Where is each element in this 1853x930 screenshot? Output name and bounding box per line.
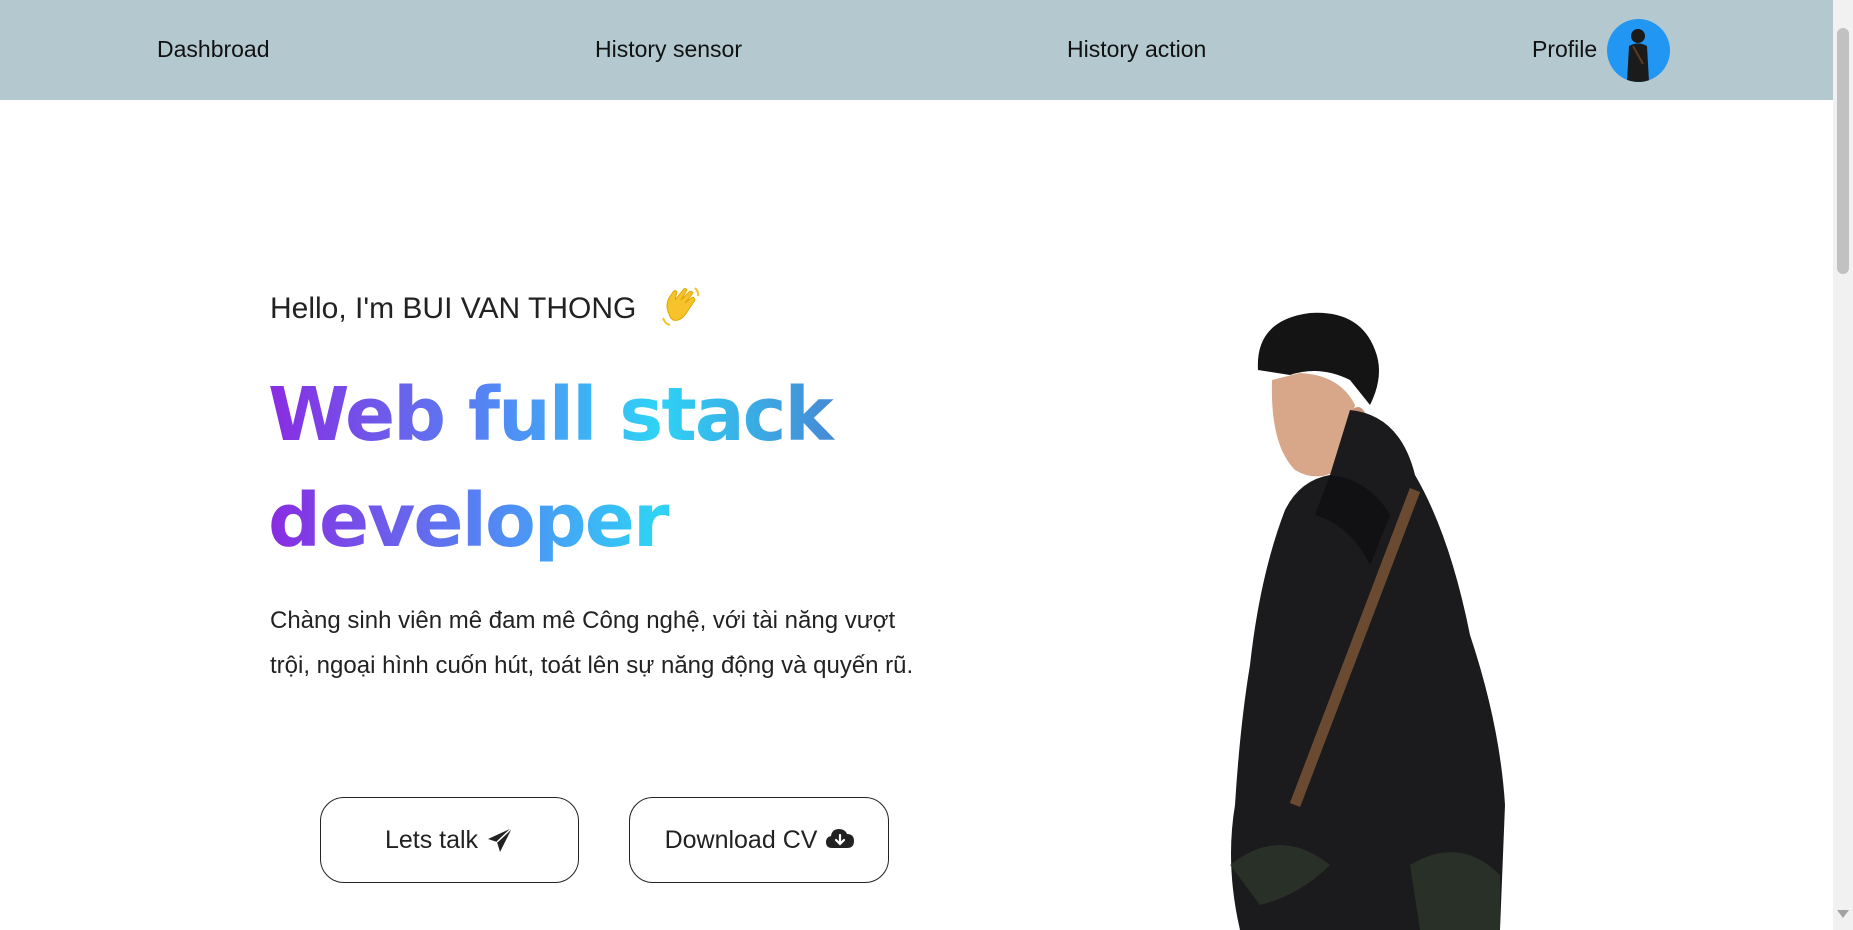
- avatar-person-icon: [1627, 29, 1649, 82]
- vertical-scrollbar[interactable]: [1833, 0, 1853, 930]
- paper-plane-icon: [486, 826, 514, 854]
- hero-headline: Web full stack developer: [268, 362, 868, 574]
- nav-link-history-sensor[interactable]: History sensor: [595, 36, 742, 63]
- hero-description: Chàng sinh viên mê đam mê Công nghệ, với…: [270, 607, 914, 679]
- lets-talk-label: Lets talk: [384, 825, 479, 854]
- cloud-download-icon: [825, 826, 855, 854]
- nav-link-history-action[interactable]: History action: [1067, 36, 1206, 63]
- download-cv-button[interactable]: Download CV: [629, 797, 889, 883]
- nav-link-profile[interactable]: Profile: [1532, 36, 1597, 63]
- scroll-thumb[interactable]: [1837, 28, 1849, 274]
- lets-talk-button[interactable]: Lets talk: [320, 797, 579, 883]
- page: Dashbroad History sensor History action …: [0, 0, 1853, 930]
- download-cv-label: Download CV: [664, 825, 818, 854]
- nav-link-dashboard[interactable]: Dashbroad: [157, 36, 270, 63]
- profile-avatar[interactable]: [1607, 19, 1670, 82]
- top-navbar: Dashbroad History sensor History action …: [0, 0, 1833, 100]
- waving-hand-icon: [659, 284, 703, 328]
- hero-greeting: Hello, I'm BUI VAN THONG: [270, 287, 703, 332]
- scroll-down-arrow-icon[interactable]: [1837, 910, 1849, 918]
- profile-portrait-image: [1200, 305, 1580, 930]
- greeting-text: Hello, I'm BUI VAN THONG: [270, 291, 637, 325]
